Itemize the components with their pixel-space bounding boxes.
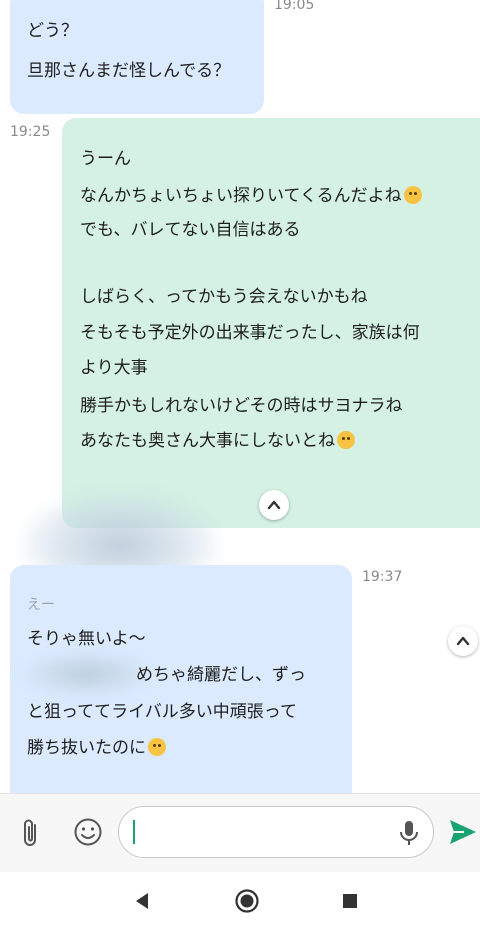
home-button[interactable]	[234, 888, 260, 914]
message-text: なんかちょいちょい探りいてくるんだよね	[80, 186, 402, 206]
message-line: しばらく、ってかもう会えないかもね	[80, 287, 368, 307]
chat-area[interactable]: どう？ 旦那さんまだ怪しんでる？ 19:05 19:25 うーん なんかちょいち…	[0, 0, 480, 793]
recents-button[interactable]	[340, 891, 360, 911]
message-time: 19:25	[10, 124, 51, 140]
home-circle-icon	[235, 889, 259, 913]
message-line: でも、バレてない自信はある	[80, 220, 301, 240]
smiley-icon	[74, 818, 102, 846]
kissing-emoji	[337, 431, 355, 449]
message-line: と狙っててライバル多い中頑張って	[27, 702, 297, 722]
blurred-text	[22, 652, 152, 696]
crying-emoji	[148, 738, 166, 756]
chevron-up-icon	[456, 636, 470, 646]
back-button[interactable]	[130, 889, 154, 913]
message-line: より大事	[80, 358, 148, 378]
message-line: そりゃ無いよ〜	[27, 629, 146, 649]
message-line: めちゃ綺麗だし、ずっ	[136, 665, 306, 685]
collapse-button[interactable]	[259, 490, 289, 520]
emoji-button[interactable]	[72, 816, 104, 848]
send-icon	[450, 820, 476, 844]
microphone-icon	[400, 821, 418, 845]
message-line: そもそも予定外の出来事だったし、家族は何	[80, 323, 420, 343]
message-line: 勝手かもしれないけどその時はサヨナラね	[80, 396, 403, 416]
collapse-button[interactable]	[448, 626, 478, 656]
back-triangle-icon	[136, 893, 148, 909]
message-time: 19:37	[362, 569, 403, 585]
message-line: どう？	[27, 21, 78, 41]
input-bar	[0, 793, 480, 873]
grinning-sweat-emoji	[403, 186, 422, 204]
message-input[interactable]	[118, 806, 434, 858]
paperclip-icon	[24, 819, 36, 846]
message-line: 旦那さんまだ怪しんでる？	[27, 61, 231, 81]
message-line: うーん	[80, 149, 131, 169]
chevron-up-icon	[267, 500, 281, 510]
text-cursor	[133, 820, 135, 844]
message-line: なんかちょいちょい探りいてくるんだよね	[80, 185, 422, 207]
attach-button[interactable]	[16, 816, 46, 850]
mic-button[interactable]	[397, 819, 421, 847]
message-text: 勝ち抜いたのに	[27, 738, 146, 758]
sender-name: えー	[27, 597, 55, 613]
message-text: あなたも奥さん大事にしないとね	[80, 431, 335, 451]
system-nav-bar	[0, 872, 480, 929]
message-line: 勝ち抜いたのに	[27, 737, 166, 759]
send-button[interactable]	[448, 816, 478, 848]
message-time: 19:05	[274, 0, 315, 13]
recents-square-icon	[343, 894, 357, 908]
message-line: あなたも奥さん大事にしないとね	[80, 430, 355, 452]
message-bubble[interactable]	[10, 0, 264, 114]
